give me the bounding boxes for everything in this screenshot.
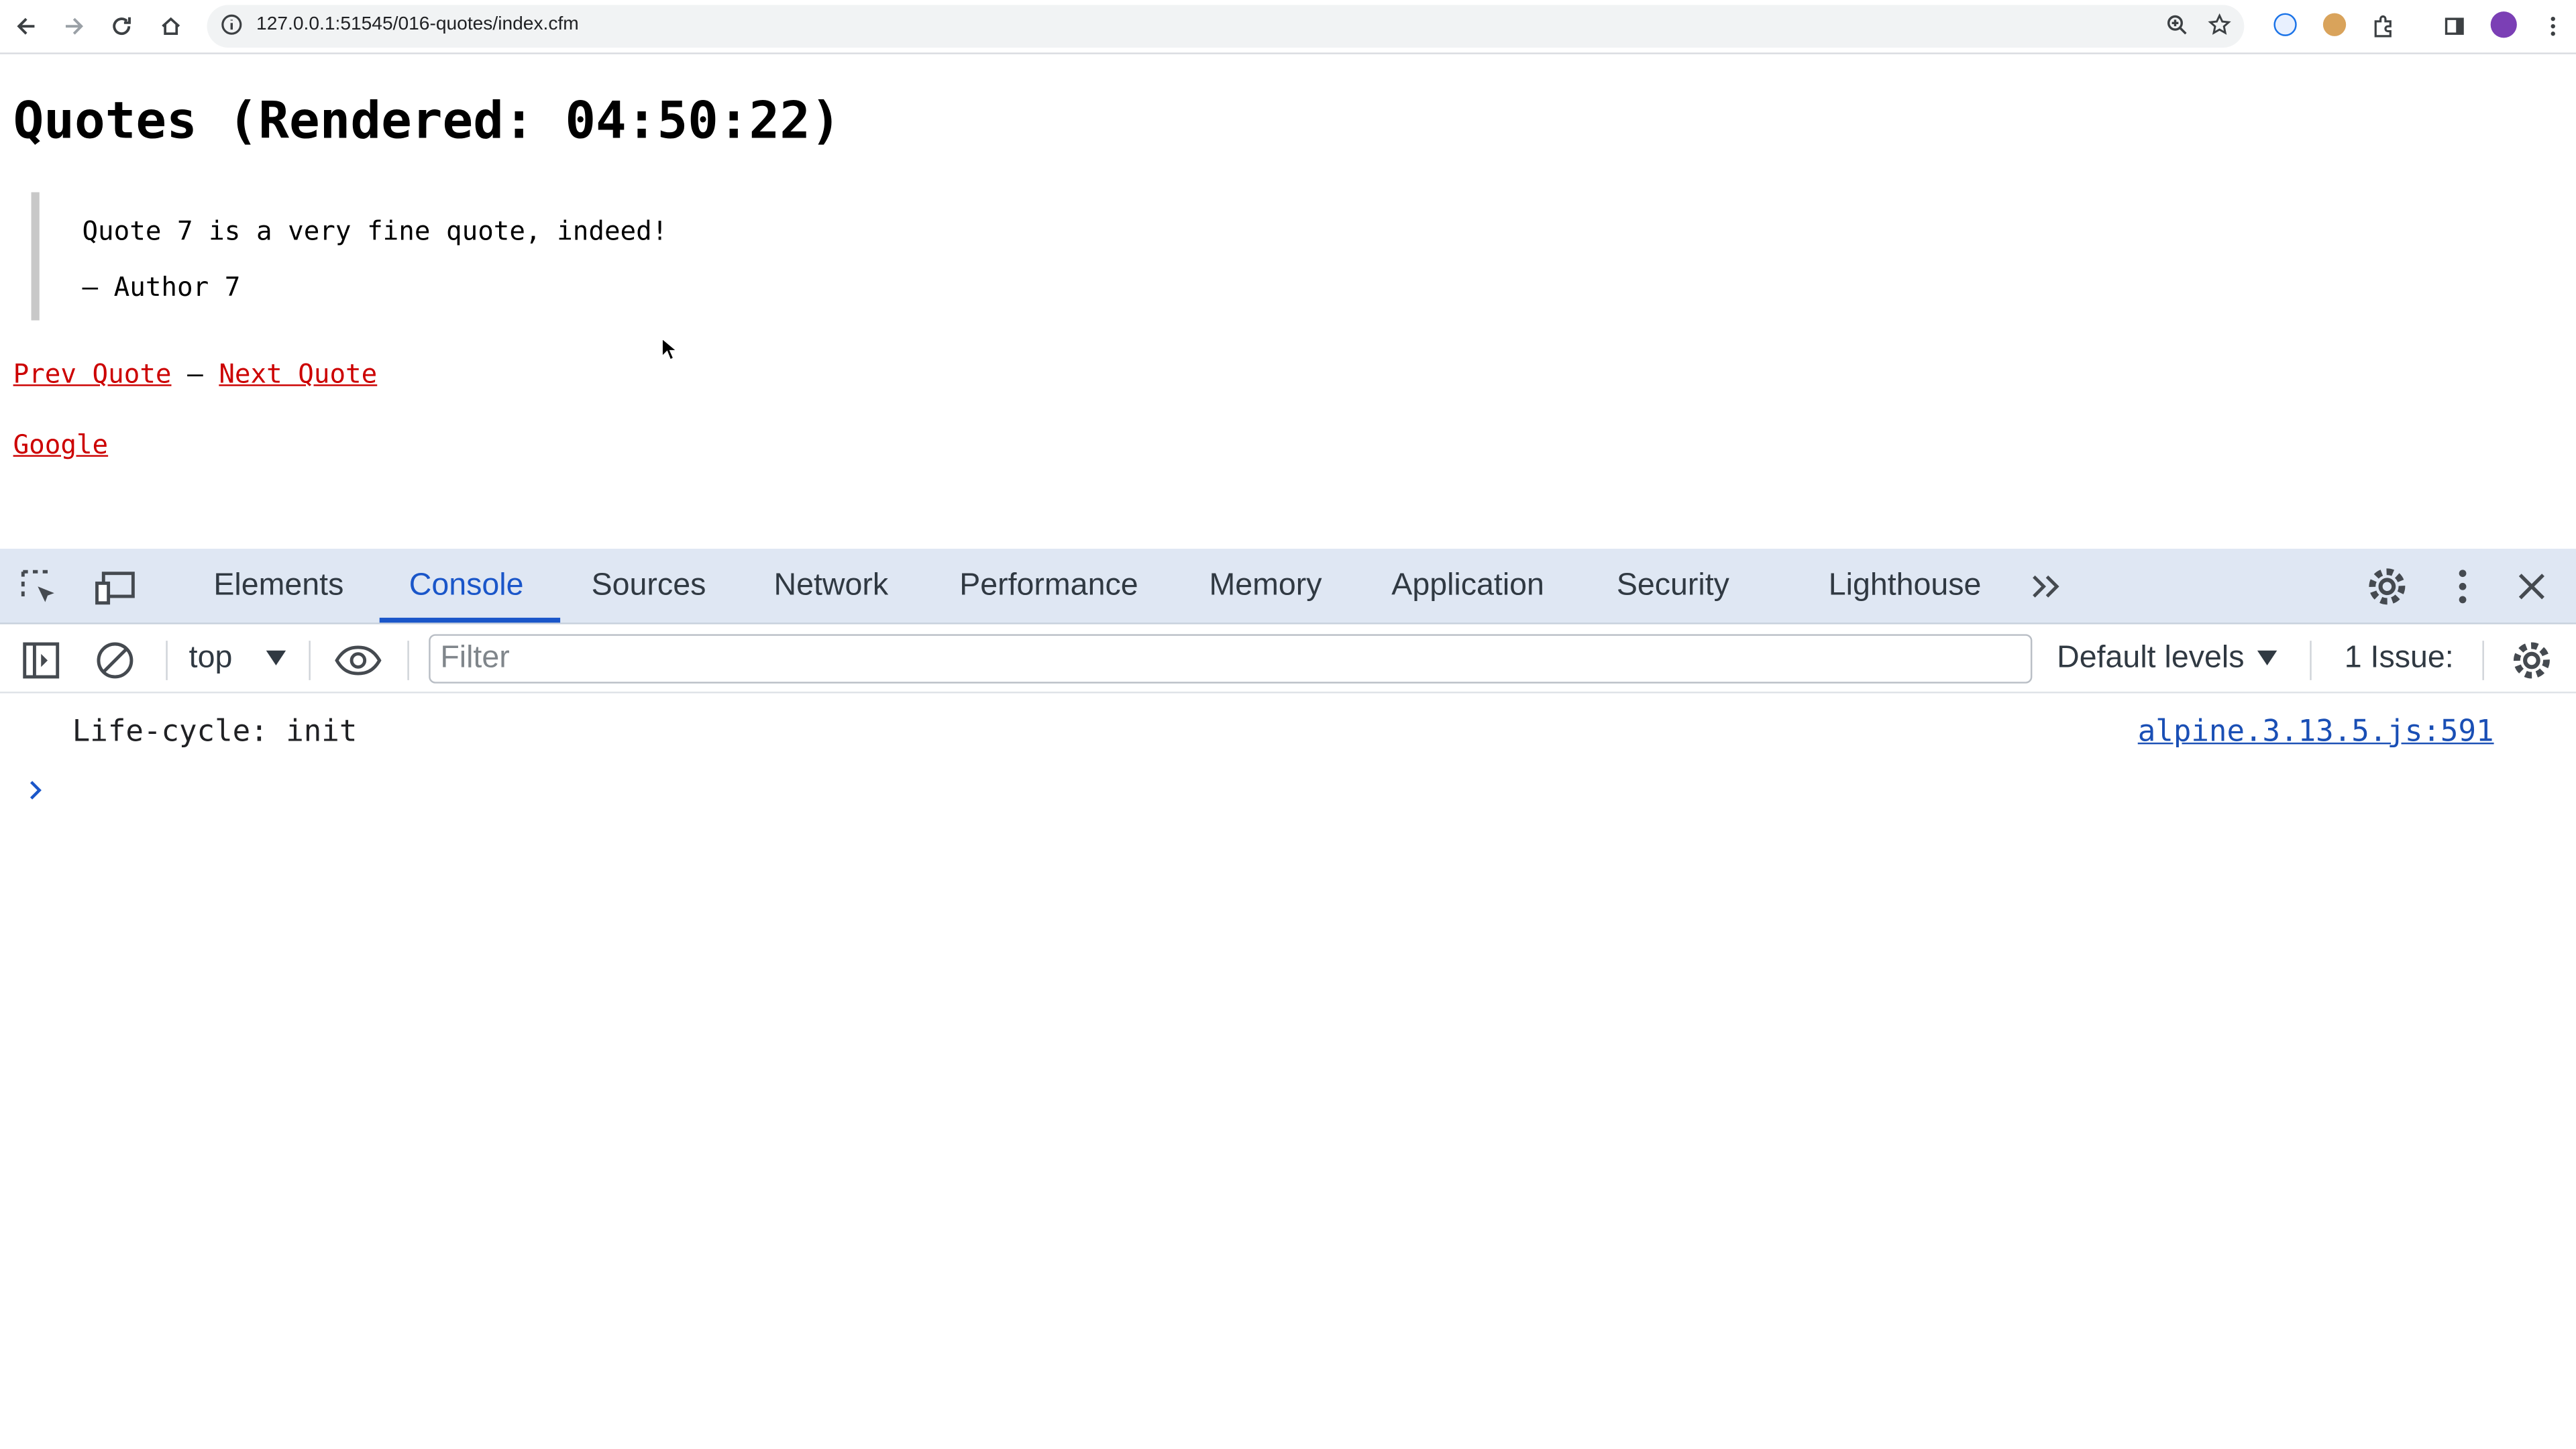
issues-counter[interactable]: 1 Issue: — [2345, 641, 2454, 677]
toolbar-divider — [2482, 641, 2484, 680]
site-info-icon[interactable] — [220, 13, 243, 45]
side-panel-icon[interactable] — [2436, 8, 2473, 44]
console-settings-gear-icon[interactable] — [2510, 639, 2553, 682]
console-prompt-chevron-icon[interactable] — [26, 777, 46, 811]
toolbar-divider — [166, 641, 168, 680]
console-toolbar: top Default levels 1 Issue: — [0, 624, 2576, 694]
prev-quote-link[interactable]: Prev Quote — [13, 358, 172, 390]
levels-dropdown-icon — [2256, 641, 2279, 677]
toolbar-divider — [309, 641, 311, 680]
toolbar-divider — [2310, 641, 2312, 680]
context-dropdown-icon — [264, 641, 287, 677]
show-sidebar-icon[interactable] — [19, 639, 62, 682]
tab-security[interactable]: Security — [1617, 568, 1729, 604]
next-quote-link[interactable]: Next Quote — [219, 358, 377, 390]
live-expression-eye-icon[interactable] — [332, 639, 384, 682]
log-levels-label: Default levels — [2057, 641, 2245, 676]
quote-author: — Author 7 — [82, 271, 241, 303]
devtools-tab-bar: Elements Console Sources Network Perform… — [0, 548, 2576, 625]
address-bar[interactable]: 127.0.0.1:51545/016-quotes/index.cfm — [207, 5, 2245, 48]
quote-block: Quote 7 is a very fine quote, indeed! — … — [31, 192, 853, 321]
tab-memory[interactable]: Memory — [1209, 568, 1322, 604]
home-icon[interactable] — [153, 8, 189, 44]
toolbar-divider — [407, 641, 409, 680]
tab-performance[interactable]: Performance — [959, 568, 1138, 604]
clear-console-icon[interactable] — [94, 639, 137, 682]
mouse-cursor-icon — [660, 337, 679, 370]
tab-sources[interactable]: Sources — [592, 568, 706, 604]
reload-icon[interactable] — [103, 8, 140, 44]
quote-text: Quote 7 is a very fine quote, indeed! — [82, 215, 668, 247]
extensions-puzzle-icon[interactable] — [2366, 8, 2402, 44]
forward-icon[interactable] — [56, 8, 92, 44]
tab-console[interactable]: Console — [409, 568, 524, 604]
tab-application[interactable]: Application — [1391, 568, 1544, 604]
url-text: 127.0.0.1:51545/016-quotes/index.cfm — [256, 15, 579, 35]
cookie-extension-icon[interactable] — [2322, 13, 2347, 36]
nav-separator: – — [187, 358, 203, 390]
page-content: Quotes (Rendered: 04:50:22) Quote 7 is a… — [0, 56, 2576, 549]
browser-window: 127.0.0.1:51545/016-quotes/index.cfm Quo… — [0, 0, 2576, 1449]
active-tab-indicator — [379, 617, 561, 623]
tab-elements[interactable]: Elements — [213, 568, 343, 604]
close-devtools-icon[interactable] — [2514, 568, 2550, 604]
console-log-source-link[interactable]: alpine.3.13.5.js:591 — [2138, 714, 2494, 749]
devtools-settings-gear-icon[interactable] — [2366, 565, 2409, 608]
browser-menu-icon[interactable] — [2535, 8, 2571, 44]
inspect-element-icon[interactable] — [18, 567, 61, 610]
page-title: Quotes (Rendered: 04:50:22) — [13, 92, 841, 152]
quote-nav: Prev Quote – Next Quote — [13, 358, 378, 390]
console-log-message: Life-cycle: init — [72, 714, 358, 749]
devtools-panel: Elements Console Sources Network Perform… — [0, 548, 2576, 1449]
more-tabs-chevron-icon[interactable] — [2027, 568, 2067, 604]
filter-input[interactable] — [430, 635, 2031, 682]
context-selector-label: top — [189, 641, 233, 676]
browser-toolbar: 127.0.0.1:51545/016-quotes/index.cfm — [0, 0, 2576, 54]
profile-avatar[interactable] — [2490, 11, 2517, 38]
device-toolbar-icon[interactable] — [94, 567, 140, 610]
back-icon[interactable] — [8, 8, 44, 44]
log-levels-dropdown[interactable]: Default levels — [2057, 641, 2279, 677]
extension-icon[interactable] — [2273, 13, 2297, 36]
google-link[interactable]: Google — [13, 429, 109, 460]
devtools-more-options-icon[interactable] — [2445, 565, 2481, 608]
google-line: Google — [13, 429, 109, 460]
bookmark-star-icon[interactable] — [2208, 13, 2231, 45]
zoom-icon[interactable] — [2165, 13, 2188, 45]
tab-lighthouse[interactable]: Lighthouse — [1829, 568, 1982, 604]
context-selector[interactable]: top — [189, 641, 287, 677]
console-filter[interactable] — [429, 634, 2033, 684]
tab-network[interactable]: Network — [773, 568, 888, 604]
